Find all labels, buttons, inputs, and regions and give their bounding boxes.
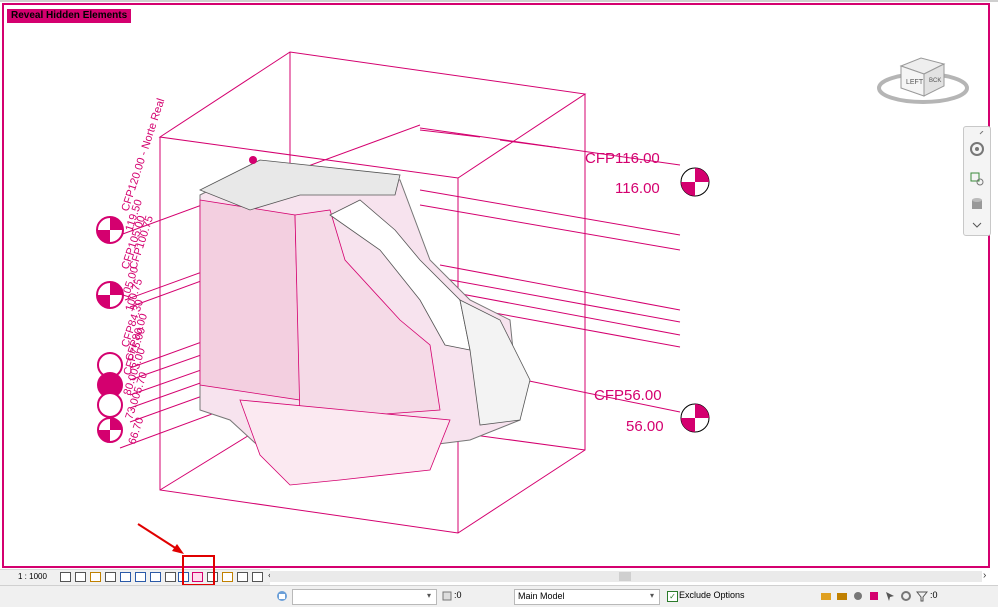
sun-path-icon[interactable]: [90, 572, 101, 582]
orbit-icon[interactable]: [969, 195, 985, 211]
navigation-bar[interactable]: [963, 126, 991, 236]
chevron-down-icon[interactable]: ▾: [427, 591, 431, 600]
level-heads-right: [680, 167, 710, 433]
active-workset-field[interactable]: [292, 589, 437, 605]
select-links-icon[interactable]: [820, 590, 832, 602]
show-analytical-icon[interactable]: [222, 572, 233, 582]
worksets-icon[interactable]: [276, 590, 288, 602]
unlock-3d-icon[interactable]: [165, 572, 176, 582]
level-value-66: 66.70: [126, 416, 146, 446]
steering-wheel-icon[interactable]: [969, 141, 985, 157]
horizontal-scrollbar[interactable]: [270, 571, 982, 582]
viewcube-left-face[interactable]: LEFT: [906, 79, 924, 86]
reveal-constraints-icon[interactable]: [252, 572, 263, 582]
level-heads-left: [96, 216, 124, 443]
render-icon[interactable]: [120, 572, 131, 582]
scroll-right-arrow[interactable]: ›: [983, 570, 986, 581]
level-value-116: 116.00: [615, 180, 660, 197]
detail-level-icon[interactable]: [60, 572, 71, 582]
exclude-options-label: Exclude Options: [679, 590, 745, 600]
level-value-56: 56.00: [626, 418, 664, 435]
shadows-icon[interactable]: [105, 572, 116, 582]
background-process-icon[interactable]: [900, 590, 912, 602]
scrollbar-thumb[interactable]: [619, 572, 631, 581]
visual-style-icon[interactable]: [75, 572, 86, 582]
view-control-bar: 1 : 1000: [0, 569, 270, 585]
design-option-select[interactable]: Main Model: [514, 589, 660, 605]
highlight-displacement-icon[interactable]: [237, 572, 248, 582]
status-bar: ▾ :0 Main Model ▾ ✓ Exclude Options :0: [0, 585, 998, 607]
exclude-options-checkbox[interactable]: ✓: [667, 591, 678, 602]
viewcube[interactable]: LEFT BCK: [876, 44, 970, 106]
zoom-region-icon[interactable]: [969, 171, 985, 187]
filter-count: :0: [930, 590, 938, 600]
design-option-value: Main Model: [518, 591, 565, 601]
select-pinned-icon[interactable]: [852, 590, 864, 602]
level-label-cfp56: CFP56.00: [594, 387, 662, 404]
view-scale[interactable]: 1 : 1000: [18, 572, 47, 581]
select-underlay-icon[interactable]: [836, 590, 848, 602]
editable-only-icon[interactable]: [441, 590, 453, 602]
navbar-options-icon[interactable]: [969, 217, 985, 233]
viewcube-back-face[interactable]: BCK: [929, 78, 941, 84]
level-label-cfp116: CFP116.00: [585, 150, 660, 167]
chevron-down-icon[interactable]: ▾: [650, 591, 654, 600]
model-drawing: CFP120.00 - Norte Real 119.50 CFP105.00 …: [96, 51, 710, 534]
crop-view-icon[interactable]: [135, 572, 146, 582]
show-crop-icon[interactable]: [150, 572, 161, 582]
select-by-face-icon[interactable]: [868, 590, 880, 602]
selection-count: :0: [454, 590, 462, 600]
dam-structure: [199, 156, 531, 486]
filter-icon[interactable]: [916, 590, 928, 602]
drag-elements-icon[interactable]: [884, 590, 896, 602]
annotation-highlight-box: [182, 555, 215, 586]
